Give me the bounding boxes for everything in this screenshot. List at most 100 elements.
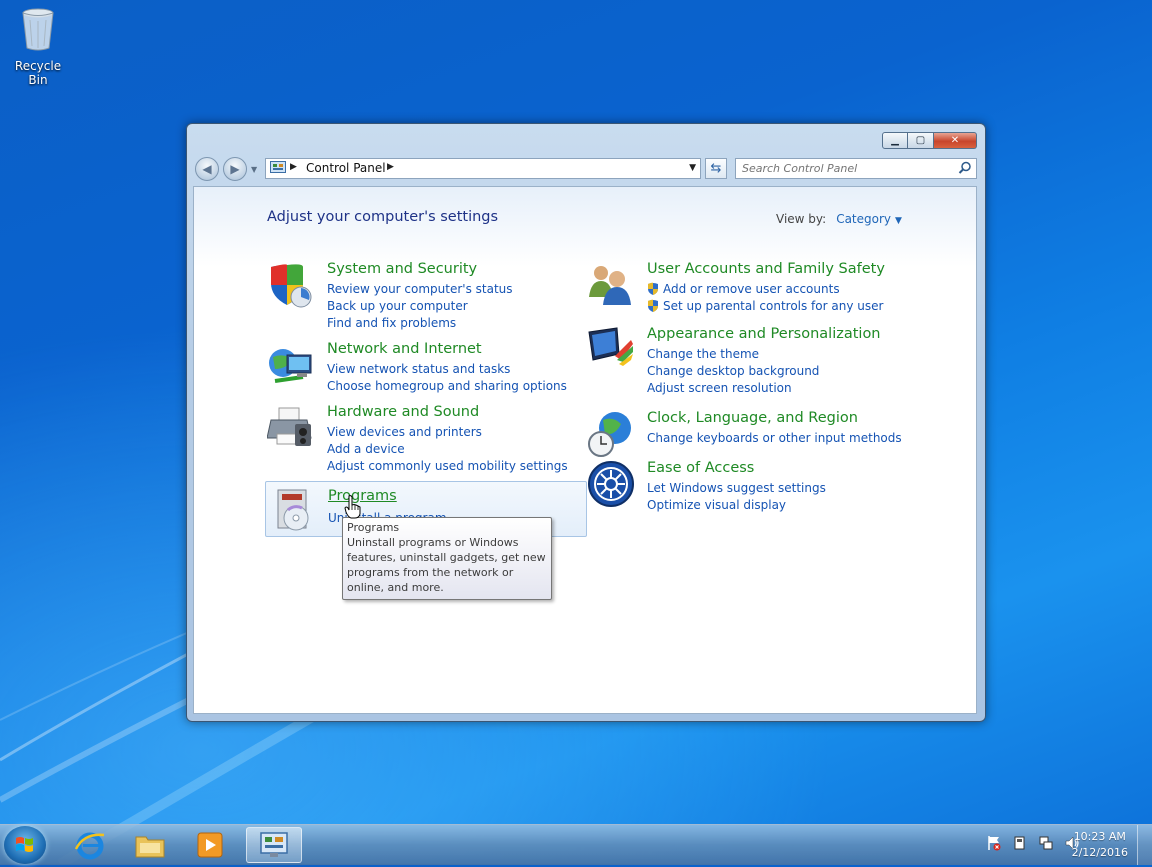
link-mobility-settings[interactable]: Adjust commonly used mobility settings [327, 458, 568, 475]
network-icon [269, 349, 312, 383]
navigation-bar: ◀ ▶ ▼ ▶ Control Panel ▶ ▼ ⇆ [195, 157, 977, 181]
internet-explorer-icon [74, 832, 105, 860]
link-change-theme[interactable]: Change the theme [647, 346, 819, 363]
printer-icon [267, 407, 312, 446]
safely-remove-hardware-icon[interactable] [1012, 835, 1028, 851]
category-title[interactable]: User Accounts and Family Safety [647, 261, 885, 277]
category-ease-of-access: Ease of Access Let Windows suggest setti… [587, 460, 907, 512]
control-panel-window: ▁ ▢ ✕ ◀ ▶ ▼ ▶ Control Panel ▶ ▼ ⇆ Search… [186, 123, 986, 722]
minimize-icon: ▁ [891, 135, 899, 146]
globe-clock-icon [588, 412, 631, 457]
minimize-button[interactable]: ▁ [882, 132, 908, 149]
category-clock-language: Clock, Language, and Region Change keybo… [587, 410, 907, 460]
page-title: Adjust your computer's settings [267, 209, 499, 225]
programs-icon [277, 489, 309, 531]
taskbar-internet-explorer[interactable] [62, 827, 118, 863]
view-by: View by: Category ▼ [776, 212, 902, 226]
back-button[interactable]: ◀ [195, 157, 219, 181]
link-add-remove-accounts[interactable]: Add or remove user accounts [647, 281, 883, 298]
media-player-icon [197, 832, 223, 858]
taskbar-windows-explorer[interactable] [122, 827, 178, 863]
link-devices-printers[interactable]: View devices and printers [327, 424, 568, 441]
search-icon[interactable] [958, 161, 972, 175]
close-icon: ✕ [950, 135, 960, 146]
back-arrow-icon: ◀ [202, 162, 212, 176]
uac-shield-icon [648, 282, 658, 295]
link-desktop-background[interactable]: Change desktop background [647, 363, 819, 380]
start-button[interactable] [4, 826, 46, 864]
category-network-internet: Network and Internet View network status… [267, 341, 587, 393]
window-controls: ▁ ▢ ✕ [882, 132, 977, 149]
taskbar-control-panel[interactable] [246, 827, 302, 863]
chevron-down-icon[interactable]: ▼ [895, 216, 902, 226]
forward-button[interactable]: ▶ [223, 157, 247, 181]
clock-time: 10:23 AM [1073, 830, 1126, 843]
link-homegroup[interactable]: Choose homegroup and sharing options [327, 378, 567, 395]
category-hardware-sound: Hardware and Sound View devices and prin… [267, 404, 587, 474]
uac-shield-icon [648, 299, 658, 312]
breadcrumb-chevron-icon[interactable]: ▶ [387, 162, 394, 172]
category-appearance: Appearance and Personalization Change th… [587, 326, 907, 396]
recycle-bin[interactable]: Recycle Bin [4, 6, 72, 87]
recent-pages-dropdown[interactable]: ▼ [251, 165, 257, 174]
recycle-bin-icon [22, 8, 54, 51]
control-panel-icon [270, 161, 286, 173]
link-back-up[interactable]: Back up your computer [327, 298, 513, 315]
action-center-flag-icon[interactable] [986, 835, 1002, 851]
close-button[interactable]: ✕ [934, 132, 977, 149]
link-find-fix[interactable]: Find and fix problems [327, 315, 513, 332]
link-review-status[interactable]: Review your computer's status [327, 281, 513, 298]
search-box [735, 158, 977, 179]
tooltip-body: Uninstall programs or Windows features, … [347, 536, 546, 594]
refresh-button[interactable]: ⇆ [705, 158, 727, 179]
link-suggest-settings[interactable]: Let Windows suggest settings [647, 480, 826, 497]
forward-arrow-icon: ▶ [230, 162, 240, 176]
taskbar-media-player[interactable] [182, 827, 238, 863]
search-input[interactable] [742, 161, 947, 176]
folder-icon [135, 836, 165, 858]
link-keyboards-input[interactable]: Change keyboards or other input methods [647, 430, 902, 447]
link-parental-controls[interactable]: Set up parental controls for any user [647, 298, 883, 315]
link-label: Add or remove user accounts [663, 282, 840, 296]
view-by-dropdown[interactable]: Category [836, 212, 891, 226]
network-status-icon[interactable] [1038, 835, 1054, 851]
programs-tooltip: Programs Uninstall programs or Windows f… [342, 517, 552, 600]
category-title[interactable]: Clock, Language, and Region [647, 410, 858, 426]
view-by-label: View by: [776, 212, 827, 226]
category-title[interactable]: System and Security [327, 261, 477, 277]
category-system-security: System and Security Review your computer… [267, 261, 587, 331]
content-area: Adjust your computer's settings View by:… [193, 186, 977, 714]
monitor-paint-icon [588, 327, 633, 366]
category-title[interactable]: Hardware and Sound [327, 404, 479, 420]
system-tray [986, 835, 1080, 851]
category-title[interactable]: Network and Internet [327, 341, 482, 357]
link-network-status[interactable]: View network status and tasks [327, 361, 567, 378]
hand-cursor-icon [344, 495, 361, 519]
taskbar-clock[interactable]: 10:23 AM 2/12/2016 [1072, 829, 1128, 861]
recycle-bin-label: Recycle Bin [14, 59, 62, 87]
control-panel-icon [260, 832, 288, 857]
ease-of-access-icon [588, 461, 634, 507]
clock-date: 2/12/2016 [1071, 846, 1128, 859]
category-title[interactable]: Programs [328, 488, 397, 504]
windows-logo-icon [16, 837, 33, 852]
category-user-accounts: User Accounts and Family Safety Add or r… [587, 261, 907, 313]
taskbar: 10:23 AM 2/12/2016 [0, 824, 1152, 865]
shield-icon [271, 264, 312, 308]
breadcrumb-control-panel[interactable]: Control Panel [306, 161, 386, 175]
link-add-device[interactable]: Add a device [327, 441, 568, 458]
address-dropdown-icon[interactable]: ▼ [689, 163, 696, 173]
category-title[interactable]: Appearance and Personalization [647, 326, 881, 342]
link-label: Set up parental controls for any user [663, 299, 884, 313]
users-icon [589, 266, 631, 305]
refresh-icon: ⇆ [710, 161, 722, 176]
link-screen-resolution[interactable]: Adjust screen resolution [647, 380, 819, 397]
maximize-button[interactable]: ▢ [908, 132, 934, 149]
tooltip-title: Programs [347, 521, 400, 534]
category-title[interactable]: Ease of Access [647, 460, 754, 476]
address-bar[interactable]: ▶ Control Panel ▶ ▼ [265, 158, 701, 179]
show-desktop-button[interactable] [1137, 825, 1152, 865]
link-optimize-display[interactable]: Optimize visual display [647, 497, 826, 514]
breadcrumb-separator-icon[interactable]: ▶ [290, 162, 297, 172]
maximize-icon: ▢ [915, 135, 926, 146]
